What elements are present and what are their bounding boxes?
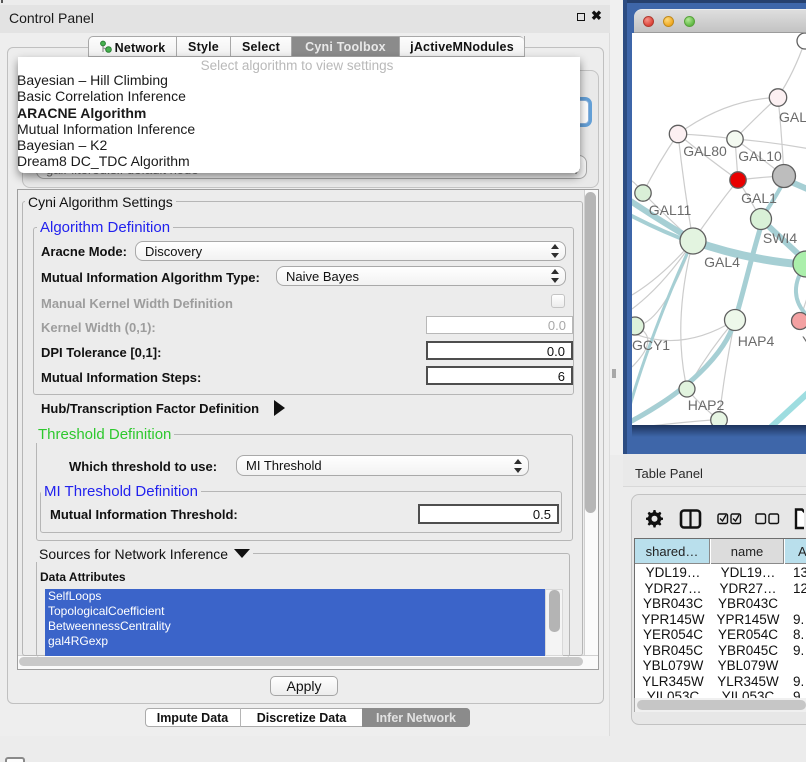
svg-text:GAL11: GAL11 — [649, 202, 692, 218]
svg-text:SWI4: SWI4 — [763, 230, 797, 246]
svg-text:GAL: GAL — [779, 109, 806, 125]
svg-text:GAL1: GAL1 — [741, 190, 777, 206]
svg-text:GAL80: GAL80 — [683, 143, 727, 159]
svg-text:GAL4: GAL4 — [704, 254, 740, 270]
svg-text:GCY1: GCY1 — [632, 337, 670, 353]
svg-text:GAL10: GAL10 — [738, 148, 782, 164]
svg-text:Y: Y — [802, 333, 806, 349]
svg-text:HAP4: HAP4 — [738, 333, 775, 349]
svg-text:HAP2: HAP2 — [688, 397, 725, 413]
